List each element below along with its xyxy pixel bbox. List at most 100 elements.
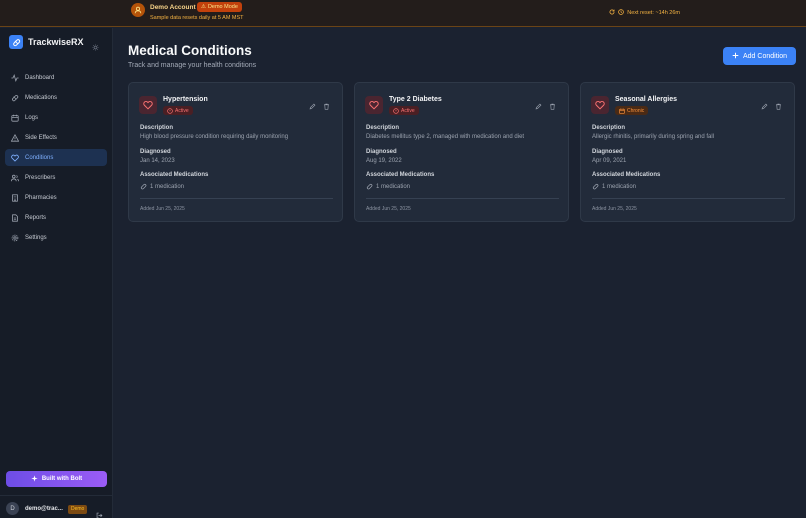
theme-toggle-icon[interactable] bbox=[92, 38, 99, 56]
edit-icon[interactable] bbox=[309, 97, 316, 115]
heart-icon bbox=[591, 96, 609, 114]
sidebar-item-settings[interactable]: Settings bbox=[5, 229, 107, 246]
divider bbox=[140, 198, 333, 199]
sidebar-item-conditions[interactable]: Conditions bbox=[5, 149, 107, 166]
user-icon bbox=[131, 3, 145, 17]
trash-icon[interactable] bbox=[775, 97, 782, 115]
medications-label: Associated Medications bbox=[140, 172, 209, 178]
added-date: Added Jun 25, 2025 bbox=[592, 206, 637, 212]
sidebar-item-prescribers[interactable]: Prescribers bbox=[5, 169, 107, 186]
sidebar-item-label: Pharmacies bbox=[25, 194, 57, 201]
edit-icon[interactable] bbox=[535, 97, 542, 115]
status-label: Chronic bbox=[627, 107, 645, 114]
logout-icon[interactable] bbox=[96, 506, 103, 518]
calendar-icon bbox=[619, 108, 625, 114]
sidebar-item-label: Medications bbox=[25, 94, 58, 101]
trash-icon[interactable] bbox=[323, 97, 330, 115]
description-text: Diabetes mellitus type 2, managed with m… bbox=[366, 134, 525, 140]
divider bbox=[366, 198, 559, 199]
added-date: Added Jun 25, 2025 bbox=[366, 206, 411, 212]
medication-count-label: 1 medication bbox=[150, 183, 185, 190]
sidebar-item-pharmacies[interactable]: Pharmacies bbox=[5, 189, 107, 206]
medication-count: 1 medication bbox=[366, 183, 410, 190]
user-email: demo@trac... bbox=[25, 506, 63, 512]
plus-icon bbox=[732, 52, 739, 61]
warning-icon bbox=[11, 133, 19, 142]
diagnosed-date: Apr 09, 2021 bbox=[592, 158, 627, 164]
medication-count-label: 1 medication bbox=[602, 183, 637, 190]
sidebar-nav: Dashboard Medications Logs Side Effects … bbox=[5, 69, 107, 249]
status-badge: Active bbox=[163, 106, 193, 115]
diagnosed-date: Aug 19, 2022 bbox=[366, 158, 402, 164]
add-condition-label: Add Condition bbox=[743, 52, 787, 60]
alert-circle-icon bbox=[167, 107, 173, 114]
reset-label: Next reset: ~14h 26m bbox=[627, 10, 680, 16]
divider bbox=[592, 198, 785, 199]
medications-label: Associated Medications bbox=[592, 172, 661, 178]
avatar[interactable]: D bbox=[6, 502, 19, 515]
sidebar-item-reports[interactable]: Reports bbox=[5, 209, 107, 226]
page-subtitle: Track and manage your health conditions bbox=[128, 62, 257, 69]
description-label: Description bbox=[140, 125, 174, 131]
diagnosed-label: Diagnosed bbox=[592, 149, 623, 155]
status-badge: Chronic bbox=[615, 106, 649, 115]
description-label: Description bbox=[592, 125, 626, 131]
description-label: Description bbox=[366, 125, 400, 131]
page-title: Medical Conditions bbox=[128, 43, 252, 58]
sidebar-item-label: Settings bbox=[25, 234, 47, 241]
condition-card[interactable]: Seasonal Allergies Chronic Description A… bbox=[580, 82, 795, 222]
pill-icon bbox=[140, 183, 147, 190]
status-badge: Active bbox=[389, 106, 419, 115]
refresh-icon bbox=[609, 9, 615, 17]
sidebar-item-logs[interactable]: Logs bbox=[5, 109, 107, 126]
clock-icon bbox=[618, 9, 625, 17]
demo-mode-label: Demo Mode bbox=[207, 4, 238, 10]
status-label: Active bbox=[175, 107, 189, 114]
sidebar-item-label: Reports bbox=[25, 214, 47, 221]
sidebar-item-dashboard[interactable]: Dashboard bbox=[5, 69, 107, 86]
sidebar-item-medications[interactable]: Medications bbox=[5, 89, 107, 106]
demo-mode-badge: ⚠ Demo Mode bbox=[197, 2, 242, 12]
medication-count-label: 1 medication bbox=[376, 183, 411, 190]
pill-icon bbox=[592, 183, 599, 190]
alert-circle-icon bbox=[393, 107, 399, 114]
sidebar-item-label: Logs bbox=[25, 114, 39, 121]
condition-card[interactable]: Hypertension Active Description High blo… bbox=[128, 82, 343, 222]
banner-subtitle: Sample data resets daily at 5 AM MST bbox=[150, 15, 244, 21]
medications-label: Associated Medications bbox=[366, 172, 435, 178]
trash-icon[interactable] bbox=[549, 97, 556, 115]
warning-icon: ⚠ bbox=[201, 4, 206, 10]
added-date: Added Jun 25, 2025 bbox=[140, 206, 185, 212]
users-icon bbox=[11, 174, 19, 181]
banner-title: Demo Account bbox=[150, 4, 196, 11]
condition-name: Seasonal Allergies bbox=[615, 96, 677, 103]
activity-icon bbox=[11, 73, 19, 82]
condition-card[interactable]: Type 2 Diabetes Active Description Diabe… bbox=[354, 82, 569, 222]
description-text: Allergic rhinitis, primarily during spri… bbox=[592, 134, 715, 140]
calendar-icon bbox=[11, 114, 19, 122]
heart-icon bbox=[11, 154, 19, 162]
condition-name: Type 2 Diabetes bbox=[389, 96, 442, 103]
app-logo[interactable]: TrackwiseRX bbox=[9, 35, 84, 49]
pill-logo-icon bbox=[9, 35, 23, 49]
built-with-bolt-button[interactable]: Built with Bolt bbox=[6, 471, 107, 487]
description-text: High blood pressure condition requiring … bbox=[140, 134, 289, 140]
sidebar-item-label: Conditions bbox=[25, 154, 54, 161]
heart-icon bbox=[139, 96, 157, 114]
gear-icon bbox=[11, 234, 19, 241]
pill-icon bbox=[12, 94, 19, 101]
status-label: Active bbox=[401, 107, 415, 114]
building-icon bbox=[12, 193, 18, 202]
sidebar-item-label: Side Effects bbox=[25, 134, 57, 141]
sidebar-item-side-effects[interactable]: Side Effects bbox=[5, 129, 107, 146]
file-icon bbox=[12, 213, 18, 222]
medication-count: 1 medication bbox=[140, 183, 184, 190]
medication-count: 1 medication bbox=[592, 183, 636, 190]
app-name: TrackwiseRX bbox=[28, 37, 84, 47]
pill-icon bbox=[366, 183, 373, 190]
edit-icon[interactable] bbox=[761, 97, 768, 115]
diagnosed-label: Diagnosed bbox=[366, 149, 397, 155]
diagnosed-date: Jan 14, 2023 bbox=[140, 158, 175, 164]
add-condition-button[interactable]: Add Condition bbox=[723, 47, 796, 65]
sidebar-item-label: Dashboard bbox=[25, 74, 55, 81]
